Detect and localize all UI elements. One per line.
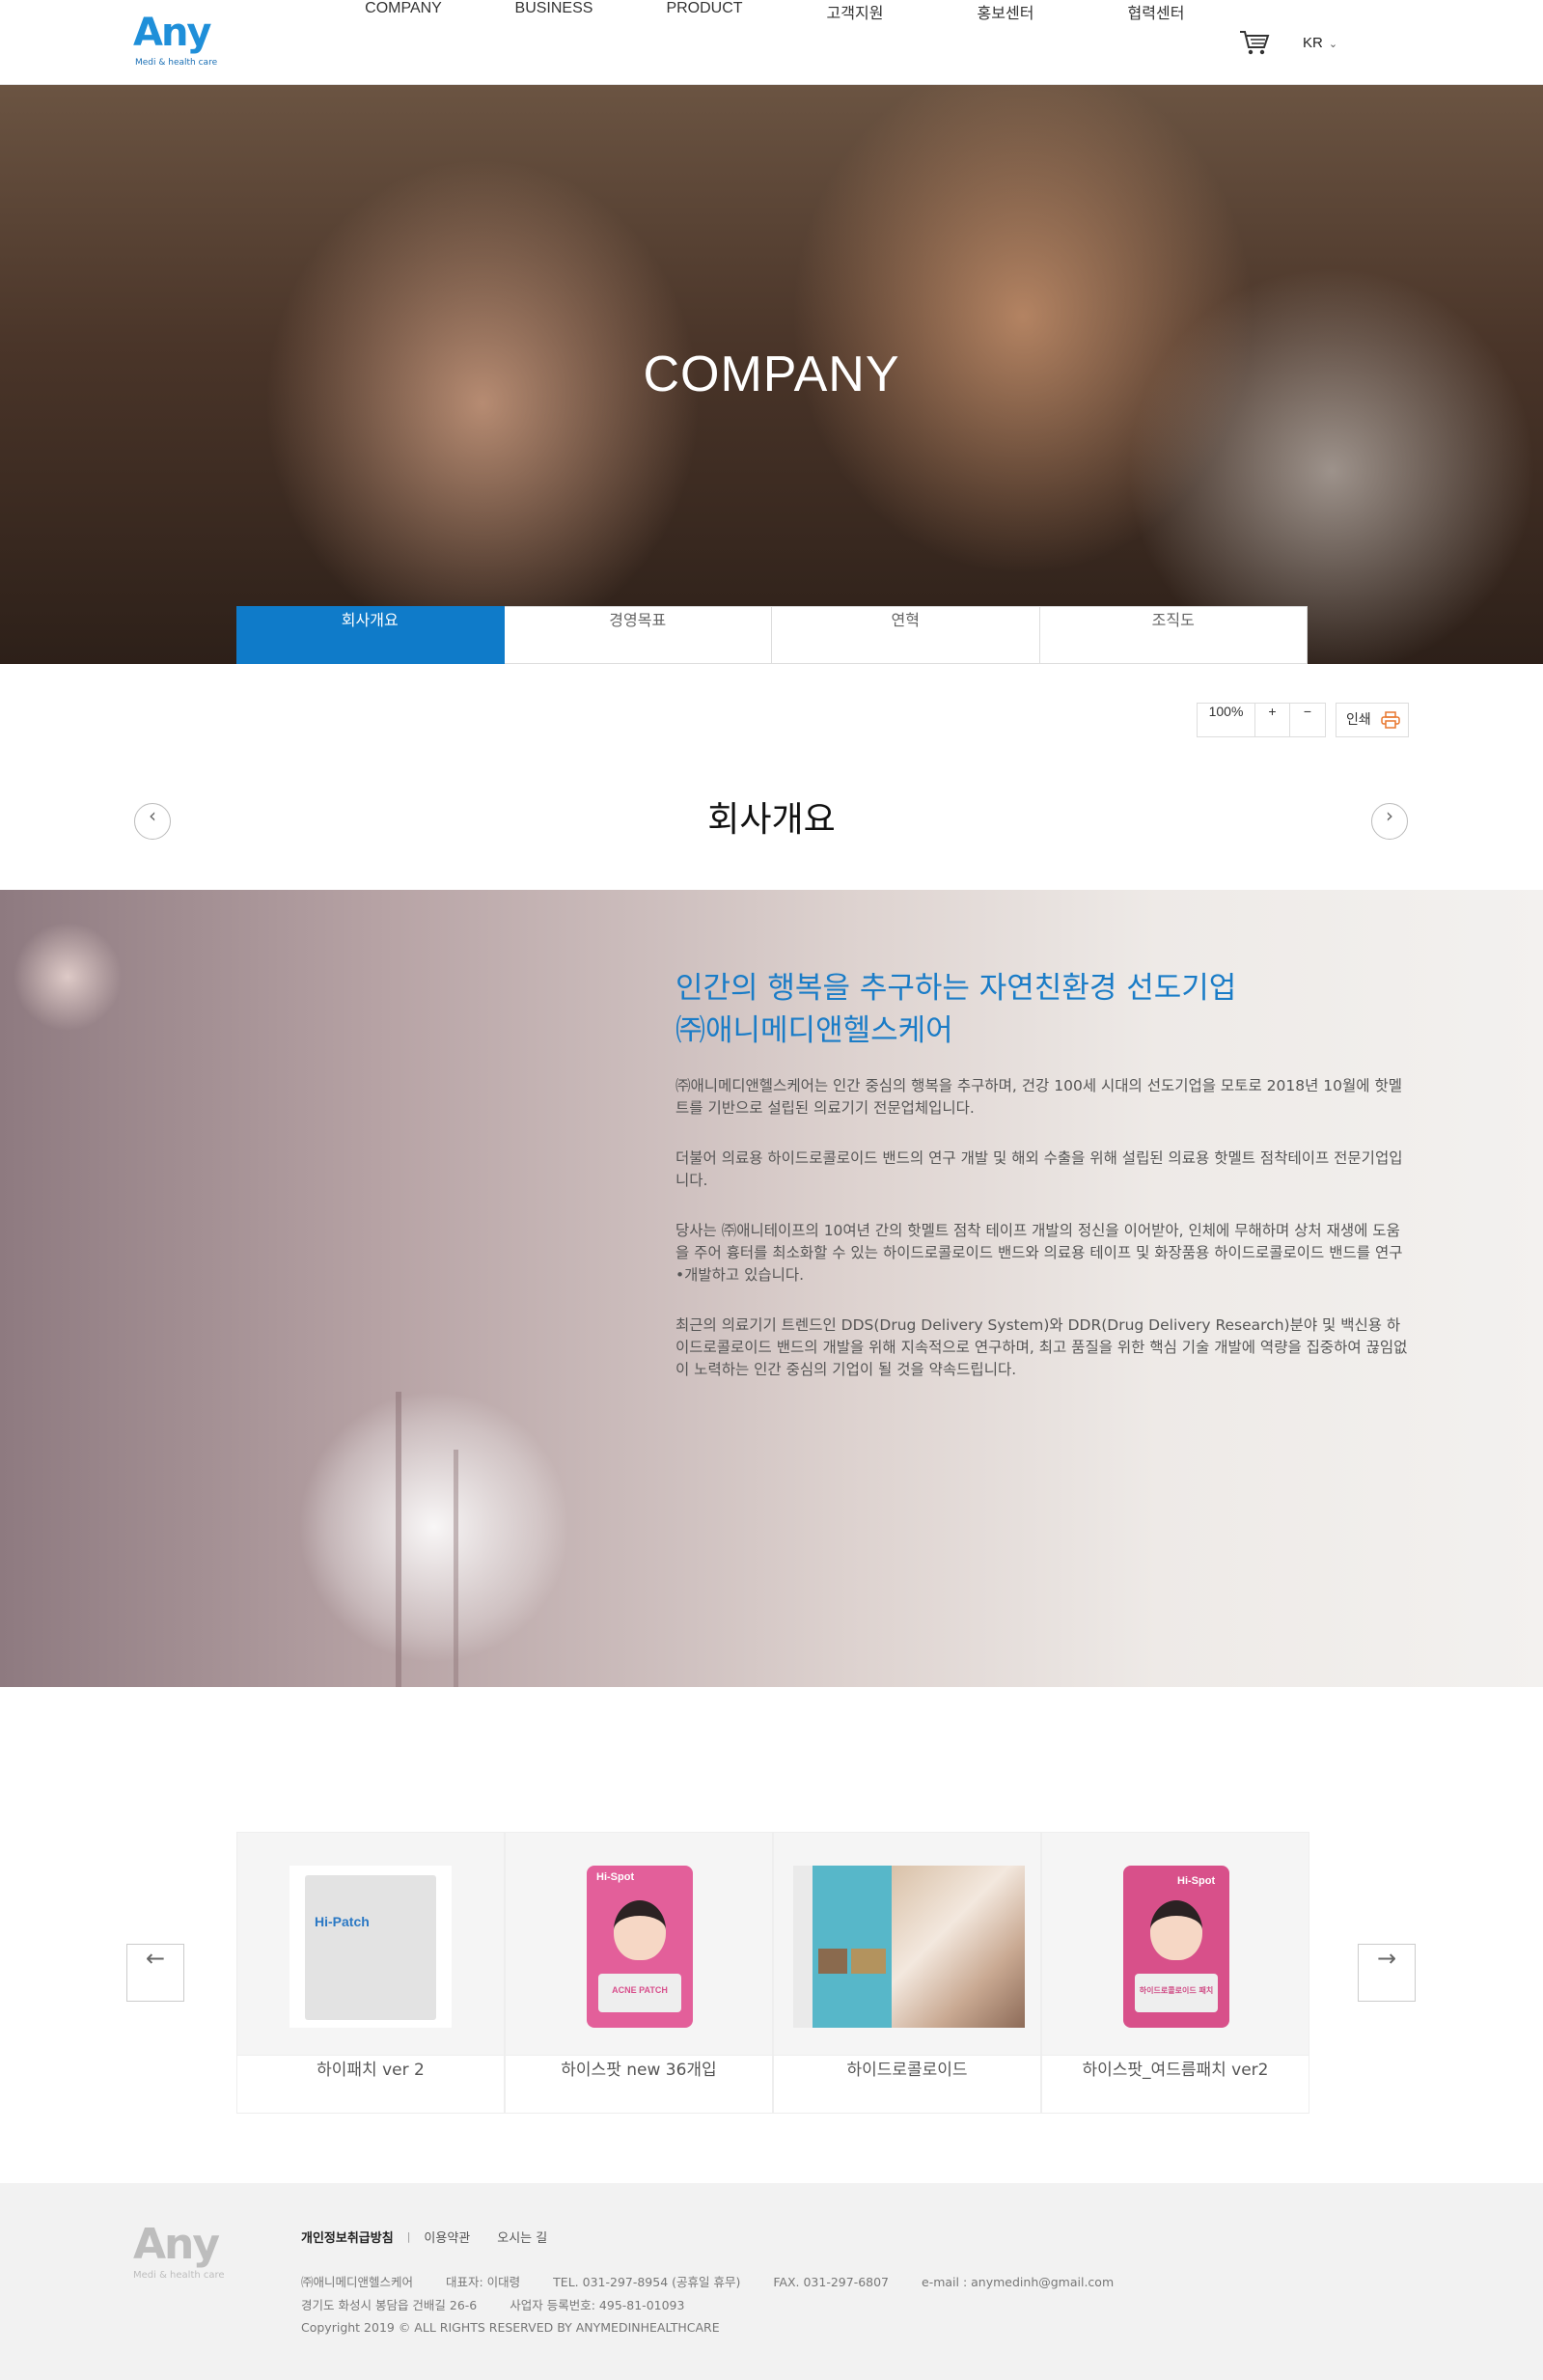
zoom-controls: 100% + − xyxy=(1197,703,1326,737)
product-name: 하이드로콜로이드 xyxy=(774,2055,1040,2113)
pack-brand: Hi-Patch xyxy=(315,1914,370,1929)
intro-heading-line2: ㈜애니메디앤헬스케어 xyxy=(675,1013,953,1048)
pack-text: 하이드로콜로이드 패치 xyxy=(1139,1986,1214,1995)
product-name: 하이스팟 new 36개입 xyxy=(506,2055,772,2113)
site-header: Any Medi & health care COMPANY BUSINESS … xyxy=(0,0,1543,85)
intro-paragraph-2: 더불어 의료용 하이드로콜로이드 밴드의 연구 개발 및 해외 수출을 위해 설… xyxy=(675,1149,1403,1189)
footer-ceo: 대표자: 이대령 xyxy=(446,2275,521,2289)
language-label: KR xyxy=(1303,35,1323,51)
tab-history[interactable]: 연혁 xyxy=(772,606,1040,664)
page-title: 회사개요 xyxy=(707,800,836,840)
printer-icon xyxy=(1381,711,1400,729)
product-card[interactable]: Hi-Spot ACNE PATCH 하이스팟 new 36개입 xyxy=(505,1832,773,2114)
intro-paragraph-4: 최근의 의료기기 트렌드인 DDS(Drug Delivery System)와… xyxy=(675,1316,1408,1378)
footer-contact-line: ㈜애니메디앤헬스케어 대표자: 이대령 TEL. 031-297-8954 (공… xyxy=(301,2272,1143,2290)
tab-company-overview[interactable]: 회사개요 xyxy=(236,606,505,664)
arrow-right-icon: → xyxy=(1376,1945,1397,1972)
nav-company[interactable]: COMPANY xyxy=(328,0,479,85)
arrow-left-icon: ← xyxy=(145,1945,166,1972)
print-button[interactable]: 인쇄 xyxy=(1336,703,1409,737)
product-image xyxy=(774,1833,1040,2055)
product-image: Hi-Patch xyxy=(237,1833,504,2055)
chevron-down-icon: ⌄ xyxy=(1328,39,1338,50)
footer-company: ㈜애니메디앤헬스케어 xyxy=(301,2275,414,2289)
product-card[interactable]: Hi-Patch 하이패치 ver 2 xyxy=(236,1832,505,2114)
language-selector[interactable]: KR ⌄ xyxy=(1303,35,1337,51)
footer-address-line: 경기도 화성시 봉담읍 건배길 26-6 사업자 등록번호: 495-81-01… xyxy=(301,2295,713,2313)
zoom-out-button[interactable]: − xyxy=(1290,704,1325,736)
zoom-in-button[interactable]: + xyxy=(1255,704,1290,736)
product-card[interactable]: 하이드로콜로이드 xyxy=(773,1832,1041,2114)
tab-organization[interactable]: 조직도 xyxy=(1039,606,1308,664)
site-footer: Any Medi & health care 개인정보취급방침 | 이용약관 오… xyxy=(0,2183,1543,2380)
footer-bizno: 사업자 등록번호: 495-81-01093 xyxy=(510,2298,685,2312)
tab-management-goals[interactable]: 경영목표 xyxy=(504,606,772,664)
nav-product[interactable]: PRODUCT xyxy=(629,0,780,85)
hero-banner: COMPANY 회사개요 경영목표 연혁 조직도 xyxy=(0,85,1543,664)
pack-text: ACNE PATCH xyxy=(612,1985,668,1995)
next-page-button[interactable]: › xyxy=(1371,803,1408,840)
hero-title: COMPANY xyxy=(643,346,900,402)
footer-copyright: Copyright 2019 © ALL RIGHTS RESERVED BY … xyxy=(301,2320,720,2335)
footer-fax: FAX. 031-297-6807 xyxy=(773,2275,890,2289)
dandelion-stem xyxy=(454,1450,458,1687)
footer-link-terms[interactable]: 이용약관 xyxy=(424,2228,470,2246)
cart-icon[interactable] xyxy=(1239,29,1270,56)
site-logo[interactable]: Any Medi & health care xyxy=(133,11,217,71)
sub-tabs: 회사개요 경영목표 연혁 조직도 xyxy=(236,606,1308,664)
footer-email: e-mail : anymedinh@gmail.com xyxy=(922,2275,1115,2289)
intro-paragraph-1: ㈜애니메디앤헬스케어는 인간 중심의 행복을 추구하며, 건강 100세 시대의… xyxy=(675,1077,1402,1117)
pack-brand: Hi-Spot xyxy=(596,1871,635,1883)
nav-pr-center[interactable]: 홍보센터 xyxy=(930,0,1081,85)
product-name: 하이스팟_여드름패치 ver2 xyxy=(1042,2055,1309,2113)
footer-address: 경기도 화성시 봉담읍 건배길 26-6 xyxy=(301,2298,478,2312)
zoom-level: 100% xyxy=(1198,704,1255,736)
footer-links: 개인정보취급방침 | 이용약관 오시는 길 xyxy=(301,2228,547,2246)
intro-heading: 인간의 행복을 추구하는 자연친환경 선도기업 ㈜애니메디앤헬스케어 xyxy=(675,967,1409,1052)
intro-paragraph-3: 당사는 ㈜애니테이프의 10여년 간의 핫멜트 점착 테이프 개발의 정신을 이… xyxy=(675,1222,1403,1284)
footer-logo: Any Medi & health care xyxy=(133,2220,225,2282)
product-image: Hi-Spot ACNE PATCH xyxy=(506,1833,772,2055)
carousel-next-button[interactable]: → xyxy=(1358,1944,1416,2002)
footer-link-divider: | xyxy=(406,2230,411,2243)
chevron-right-icon: › xyxy=(1386,804,1393,827)
product-card[interactable]: Hi-Spot 하이드로콜로이드 패치 하이스팟_여드름패치 ver2 xyxy=(1041,1832,1309,2114)
footer-tel: TEL. 031-297-8954 (공휴일 휴무) xyxy=(553,2275,741,2289)
main-nav: COMPANY BUSINESS PRODUCT 고객지원 홍보센터 협력센터 xyxy=(328,0,1231,85)
print-label: 인쇄 xyxy=(1346,712,1371,728)
product-image: Hi-Spot 하이드로콜로이드 패치 xyxy=(1042,1833,1309,2055)
dandelion-image xyxy=(396,1392,401,1687)
footer-logo-tagline: Medi & health care xyxy=(133,2270,225,2281)
nav-business[interactable]: BUSINESS xyxy=(479,0,629,85)
carousel-prev-button[interactable]: ← xyxy=(126,1944,184,2002)
logo-tagline: Medi & health care xyxy=(135,58,218,68)
logo-wordmark: Any xyxy=(133,11,212,55)
footer-link-privacy[interactable]: 개인정보취급방침 xyxy=(301,2228,394,2246)
company-intro: 인간의 행복을 추구하는 자연친환경 선도기업 ㈜애니메디앤헬스케어 ㈜애니메디… xyxy=(0,890,1543,1687)
footer-link-directions[interactable]: 오시는 길 xyxy=(497,2228,547,2246)
pack-brand: Hi-Spot xyxy=(1177,1875,1216,1887)
product-name: 하이패치 ver 2 xyxy=(237,2055,504,2113)
product-carousel: Hi-Patch 하이패치 ver 2 Hi-Spot ACNE PATCH 하… xyxy=(236,1832,1309,2114)
intro-heading-line1: 인간의 행복을 추구하는 자연친환경 선도기업 xyxy=(675,971,1237,1006)
footer-logo-wordmark: Any xyxy=(133,2220,220,2269)
nav-support[interactable]: 고객지원 xyxy=(780,0,930,85)
nav-partner-center[interactable]: 협력센터 xyxy=(1081,0,1231,85)
